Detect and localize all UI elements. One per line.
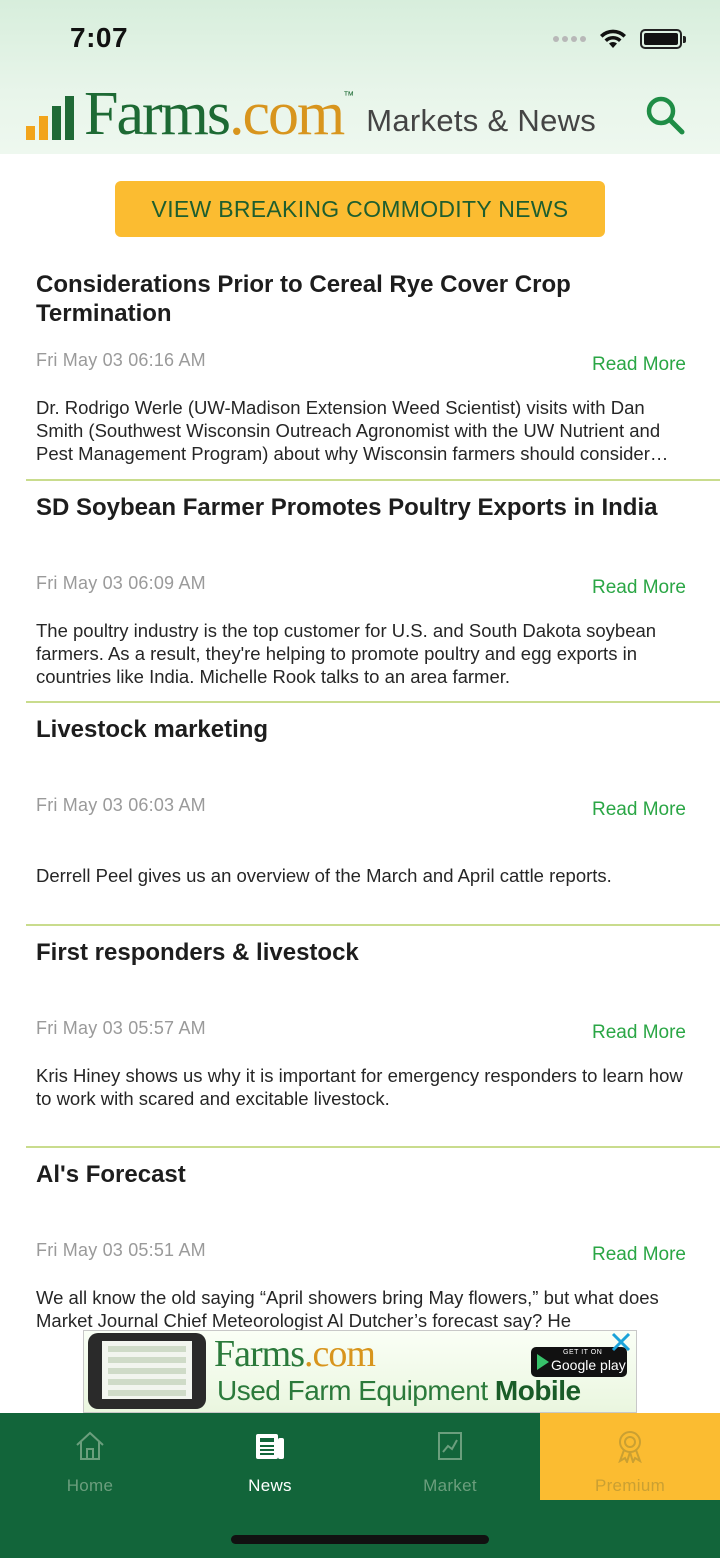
view-breaking-news-button[interactable]: VIEW BREAKING COMMODITY NEWS [115,181,605,237]
news-date: Fri May 03 06:03 AM [36,795,206,815]
cellular-signal-icon [553,36,586,42]
news-description: We all know the old saying “April shower… [36,1287,659,1330]
news-item[interactable]: Considerations Prior to Cereal Rye Cover… [26,258,720,481]
news-title[interactable]: Livestock marketing [36,715,696,744]
ad-text-regular: Used Farm Equipment [217,1375,488,1406]
news-title[interactable]: SD Soybean Farmer Promotes Poultry Expor… [36,493,696,522]
ad-close-button[interactable] [606,1327,636,1357]
news-icon [256,1434,284,1459]
ad-headline: Used Farm Equipment Mobile App [217,1375,636,1412]
app-header: 7:07 Farms.com ™ Markets & News [0,0,720,154]
ad-logo-dotcom-text: .com [304,1333,376,1375]
news-list: Considerations Prior to Cereal Rye Cover… [26,258,720,1330]
logo-wordmark: Farms.com [84,83,345,145]
status-indicators [553,28,686,50]
logo-farms-text: Farms [84,80,231,148]
logo-dotcom-text: .com [229,80,345,148]
status-time: 7:07 [70,22,129,53]
read-more-link[interactable]: Read More [592,354,686,376]
read-more-link[interactable]: Read More [592,1244,686,1266]
logo-bars-icon [26,90,74,142]
tab-home-label: Home [66,1476,114,1495]
news-description: Derrell Peel gives us an overview of the… [36,865,612,886]
news-description: Kris Hiney shows us why it is important … [36,1064,683,1109]
badge-big-text: Google play [551,1357,626,1373]
news-title[interactable]: First responders & livestock [36,938,696,967]
tab-premium-label: Premium [594,1476,666,1495]
search-button[interactable] [643,94,687,138]
news-date: Fri May 03 05:57 AM [36,1017,206,1038]
tab-home[interactable]: Home [0,1413,180,1500]
news-item[interactable]: SD Soybean Farmer Promotes Poultry Expor… [26,481,720,703]
news-description: Dr. Rodrigo Werle (UW-Madison Extension … [36,397,661,464]
news-item[interactable]: Al's Forecast Fri May 03 05:51 AM Read M… [26,1148,720,1330]
battery-icon [640,29,686,49]
news-date: Fri May 03 05:51 AM [36,1240,206,1260]
tab-news-label: News [248,1476,292,1495]
news-title[interactable]: Al's Forecast [36,1160,696,1189]
home-indicator[interactable] [231,1535,489,1544]
news-item[interactable]: Livestock marketing Fri May 03 06:03 AM … [26,703,720,926]
award-ribbon-icon [618,1431,642,1463]
tab-premium[interactable]: Premium [540,1413,720,1500]
tab-market-label: Market [423,1476,477,1495]
logo-subtitle: Markets & News [366,103,597,138]
news-title[interactable]: Considerations Prior to Cereal Rye Cover… [36,270,696,328]
phone-image [88,1333,206,1409]
news-item[interactable]: First responders & livestock Fri May 03 … [26,926,720,1148]
logo-trademark: ™ [343,90,355,102]
home-icon [76,1431,104,1460]
google-play-icon [537,1354,549,1370]
read-more-link[interactable]: Read More [592,577,686,599]
ad-logo-farms-text: Farms [214,1333,305,1375]
wifi-icon [600,29,626,48]
ad-logo: Farms.com [214,1333,376,1375]
search-icon [646,96,685,135]
news-date: Fri May 03 06:16 AM [36,350,206,370]
farms-com-logo: Farms.com ™ Markets & News [26,83,597,145]
tab-news[interactable]: News [180,1413,360,1500]
tab-market[interactable]: Market [360,1413,540,1500]
ad-banner[interactable]: Farms.com Used Farm Equipment Mobile App… [83,1330,637,1413]
market-chart-icon [438,1432,462,1460]
read-more-link[interactable]: Read More [592,799,686,821]
read-more-link[interactable]: Read More [592,1022,686,1044]
badge-small-text: GET IT ON [563,1349,603,1356]
news-date: Fri May 03 06:09 AM [36,572,206,593]
news-description: The poultry industry is the top customer… [36,619,657,687]
close-icon [611,1332,631,1352]
